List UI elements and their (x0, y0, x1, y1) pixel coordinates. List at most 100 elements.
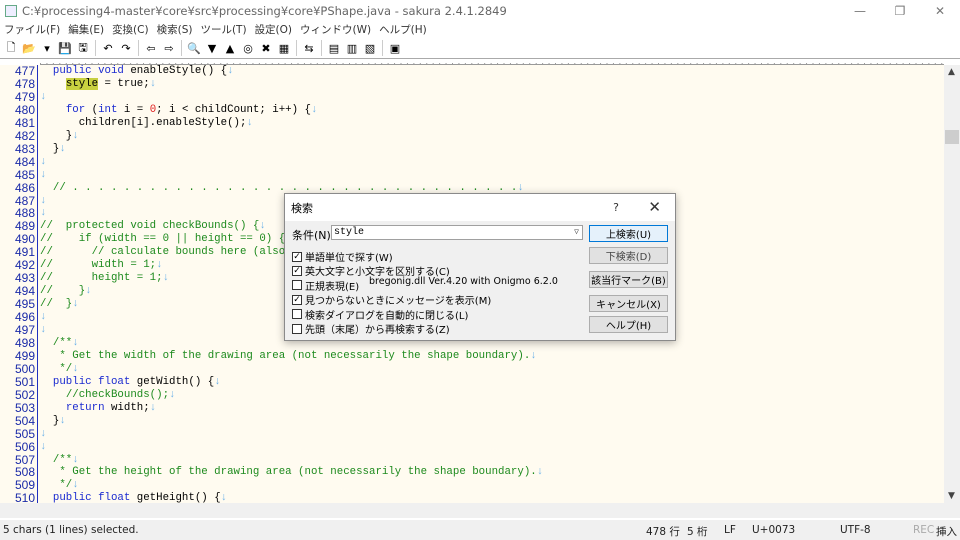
search-highlight: style (65, 77, 99, 90)
code-token: * Get the width of the drawing area (not… (40, 349, 531, 362)
checkbox[interactable] (292, 309, 302, 320)
ruler (40, 58, 944, 65)
code-text: ↓ (40, 311, 46, 324)
code-text: /**↓ (40, 454, 79, 467)
menu-item[interactable]: ヘルプ(H) (375, 22, 431, 37)
grep-icon[interactable]: ▦ (276, 40, 292, 56)
option-checkbox[interactable]: ✓ 単語単位で探す(W) (292, 249, 393, 264)
tag-jump-icon[interactable]: ⇆ (301, 40, 317, 56)
option-checkbox[interactable]: ✓ 見つからないときにメッセージを表示(M) (292, 292, 491, 307)
search-input[interactable]: style ▽ (331, 225, 583, 240)
scroll-thumb[interactable] (945, 130, 959, 144)
restore-button[interactable]: ❐ (880, 0, 920, 21)
option-checkbox[interactable]: 先頭（末尾）から再検索する(Z) (292, 321, 450, 336)
newline-marker-icon: ↓ (72, 129, 79, 142)
menu-item[interactable]: ファイル(F) (0, 22, 64, 37)
encoding-status: UTF-8 (840, 524, 871, 536)
dropdown-icon[interactable]: ▾ (39, 40, 55, 56)
code-text: ↓ (40, 207, 46, 220)
menu-item[interactable]: 設定(O) (251, 22, 296, 37)
chevron-down-icon[interactable]: ▽ (574, 226, 579, 239)
save-all-icon[interactable]: 🖫 (75, 40, 91, 56)
jump-back-icon[interactable]: ⇦ (143, 40, 159, 56)
newline-marker-icon: ↓ (156, 259, 163, 272)
code-text: }↓ (40, 143, 66, 156)
font-icon[interactable]: ▧ (362, 40, 378, 56)
menu-item[interactable]: 変換(C) (108, 22, 153, 37)
code-token: width; (104, 401, 150, 414)
checkbox[interactable] (292, 323, 302, 334)
code-line: 484 ↓ (0, 155, 944, 169)
newline-marker-icon: ↓ (40, 168, 47, 181)
code-token: } (40, 142, 60, 155)
code-token: return (65, 401, 105, 414)
find-icon[interactable]: 🔍 (186, 40, 202, 56)
mark-lines-button[interactable]: 該当行マーク(B) (589, 271, 668, 288)
code-line: 485 ↓ (0, 168, 944, 182)
code-line: 500 */↓ (0, 362, 944, 376)
menu-item[interactable]: 検索(S) (153, 22, 197, 37)
code-token: // . . . . . . . . . . . . . . . . . . .… (40, 181, 518, 194)
open-folder-icon[interactable]: 📂 (21, 40, 37, 56)
code-line: 504 }↓ (0, 414, 944, 428)
clear-mark-icon[interactable]: ✖ (258, 40, 274, 56)
menu-item[interactable]: 編集(E) (64, 22, 108, 37)
checkbox[interactable] (292, 280, 302, 291)
new-file-icon[interactable]: 🗋 (3, 40, 19, 56)
newline-marker-icon: ↓ (149, 401, 157, 414)
undo-icon[interactable]: ↶ (100, 40, 116, 56)
line-number: 478 (14, 76, 35, 91)
code-text: // protected void checkBounds() {↓ (40, 220, 266, 233)
dialog-close-icon[interactable]: ✕ (648, 198, 661, 216)
menu-item[interactable]: ツール(T) (196, 22, 250, 37)
jump-forward-icon[interactable]: ⇨ (161, 40, 177, 56)
outline-icon[interactable]: ▣ (387, 40, 403, 56)
find-mark-icon[interactable]: ◎ (240, 40, 256, 56)
code-line: 507 /**↓ (0, 453, 944, 467)
save-icon[interactable]: 💾 (57, 40, 73, 56)
settings-icon[interactable]: ▤ (326, 40, 342, 56)
close-button[interactable]: ✕ (920, 0, 960, 21)
help-button[interactable]: ヘルプ(H) (589, 316, 668, 333)
scroll-down-icon[interactable]: ▼ (948, 491, 955, 501)
minimize-button[interactable]: — (840, 0, 880, 21)
cancel-button[interactable]: キャンセル(X) (589, 295, 668, 312)
checkbox[interactable]: ✓ (292, 251, 302, 262)
line-number: 502 (14, 387, 35, 402)
search-up-button[interactable]: 上検索(U) (589, 225, 668, 242)
code-text: public float getWidth() {↓ (40, 376, 221, 389)
code-token: // width = 1; (40, 259, 157, 272)
type-settings-icon[interactable]: ▥ (344, 40, 360, 56)
code-text: /**↓ (40, 337, 79, 350)
newline-marker-icon: ↓ (40, 90, 47, 103)
newline-marker-icon: ↓ (246, 116, 253, 129)
code-line: 482 }↓ (0, 129, 944, 143)
option-checkbox[interactable]: 検索ダイアログを自動的に閉じる(L) (292, 307, 468, 322)
option-label: 正規表現(E) (305, 281, 360, 293)
code-line: 501 public float getWidth() {↓ (0, 375, 944, 389)
mark-lines-label: 該当行マーク(B) (591, 276, 666, 287)
code-text: children[i].enableStyle();↓ (40, 117, 253, 130)
help-icon[interactable]: ? (613, 201, 619, 214)
scroll-up-icon[interactable]: ▲ (948, 67, 955, 77)
line-number: 506 (14, 439, 35, 454)
option-checkbox[interactable]: 正規表現(E) (292, 278, 359, 293)
horizontal-scrollbar[interactable] (0, 503, 960, 518)
toolbar-separator (95, 40, 96, 56)
code-text: //checkBounds();↓ (40, 389, 176, 402)
menu-item[interactable]: ウィンドウ(W) (296, 22, 375, 37)
find-prev-icon[interactable]: ▲ (222, 40, 238, 56)
code-text: ↓ (40, 156, 46, 169)
search-down-button[interactable]: 下検索(D) (589, 247, 668, 264)
checkbox[interactable]: ✓ (292, 265, 302, 276)
newline-marker-icon: ↓ (85, 285, 92, 298)
code-token: // } (40, 298, 73, 311)
find-next-icon[interactable]: ▼ (204, 40, 220, 56)
redo-icon[interactable]: ↷ (118, 40, 134, 56)
code-line: 478 style = true;↓ (0, 76, 944, 91)
newline-marker-icon: ↓ (59, 414, 66, 427)
code-token: int (98, 103, 118, 116)
checkbox[interactable]: ✓ (292, 294, 302, 305)
code-token: = true; (98, 77, 150, 90)
vertical-scrollbar[interactable]: ▲ ▼ (944, 65, 960, 503)
